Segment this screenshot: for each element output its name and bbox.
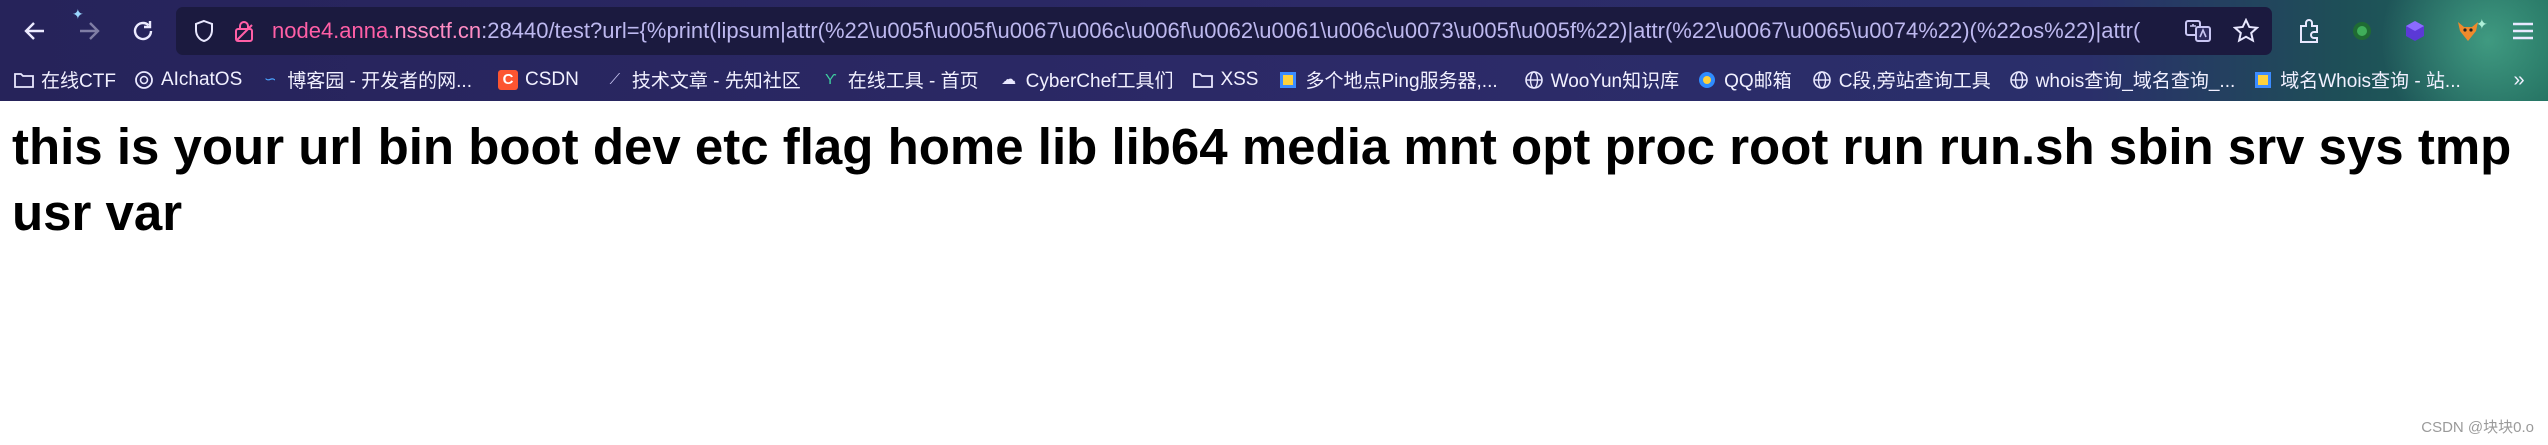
bookmark-item[interactable]: ϒ 在线工具 - 首页 (815, 62, 985, 98)
bookmark-item[interactable]: C段,旁站查询工具 (1806, 62, 1997, 98)
bookmark-label: CyberChef工具们 (1025, 71, 1174, 92)
extension-cube-icon[interactable] (2398, 14, 2432, 48)
bookmark-label: whois查询_域名查询_... (2035, 71, 2236, 92)
bookmark-label: WooYun知识库 (1550, 71, 1680, 92)
extension-fox-icon[interactable] (2451, 14, 2485, 48)
url-text[interactable]: node4.anna. nssctf.cn:28440/test?url={%pr… (272, 7, 2222, 55)
url-domain: nssctf.cn (394, 18, 482, 43)
bookmark-label: C段,旁站查询工具 (1838, 71, 1991, 92)
address-bar[interactable]: node4.anna. nssctf.cn:28440/test?url={%pr… (176, 7, 2272, 55)
bookmark-item[interactable]: 域名Whois查询 - 站... (2247, 62, 2467, 98)
bookmark-item[interactable]: 在线CTF (0, 62, 122, 98)
chef-icon: ☁ (1001, 71, 1017, 88)
reload-button[interactable] (126, 14, 160, 48)
forward-arrow-icon (80, 22, 100, 40)
ping-icon (1278, 70, 1298, 90)
bookmarks-overflow-button[interactable]: » (2503, 62, 2548, 98)
bookmark-label: 技术文章 - 先知社区 (631, 71, 801, 92)
bookmark-label: QQ邮箱 (1724, 71, 1792, 92)
back-arrow-icon (24, 22, 44, 40)
reload-icon (133, 21, 153, 41)
watermark: CSDN @块块0.o (2421, 419, 2534, 436)
bookmark-item[interactable]: ⟋ 技术文章 - 先知社区 (599, 62, 807, 98)
globe-icon (2009, 70, 2029, 90)
bookmark-label: 域名Whois查询 - 站... (2280, 71, 2461, 92)
lock-warning-icon[interactable] (226, 7, 262, 55)
back-button[interactable] (18, 14, 52, 48)
globe-icon (1812, 70, 1832, 90)
bookmark-label: 博客园 - 开发者的网... (287, 71, 472, 92)
bookmark-label: 在线CTF (41, 71, 116, 92)
translate-icon[interactable] (2180, 7, 2216, 55)
bookmark-item[interactable]: AIchatOS (128, 62, 248, 98)
tool-icon: ϒ (824, 71, 837, 88)
extension-green-icon[interactable] (2345, 14, 2379, 48)
bookmark-label: 多个地点Ping服务器,... (1305, 71, 1498, 92)
qqmail-icon (1697, 70, 1717, 90)
bookmark-item[interactable]: ☁ CyberChef工具们 (993, 62, 1180, 98)
bookmarks-bar: 在线CTF AIchatOS ∽ 博客园 - 开发者的网... C CSDN ⟋… (0, 58, 2548, 101)
forward-button[interactable] (72, 14, 106, 48)
browser-toolbar: ✦ ✦ node4.anna. nssctf.cn:28440/test?url=… (0, 0, 2548, 101)
bookmark-item[interactable]: ∽ 博客园 - 开发者的网... (254, 62, 478, 98)
folder-icon (1193, 70, 1214, 90)
bookmark-item[interactable]: XSS (1187, 62, 1264, 98)
menu-icon[interactable] (2506, 14, 2540, 48)
xianzhi-icon: ⟋ (609, 71, 621, 88)
bookmark-label: CSDN (525, 68, 579, 90)
bookmark-item[interactable]: 多个地点Ping服务器,... (1272, 62, 1503, 98)
page-content: this is your url bin boot dev etc flag h… (12, 118, 2512, 241)
whois-icon (2253, 70, 2273, 90)
chevron-right-icon: » (2513, 68, 2525, 91)
bookmark-item[interactable]: WooYun知识库 (1518, 62, 1685, 98)
openai-icon (134, 70, 154, 90)
bookmark-item[interactable]: QQ邮箱 (1691, 62, 1798, 98)
cnblogs-icon: ∽ (263, 71, 277, 88)
globe-icon (1524, 70, 1544, 90)
url-host: node4.anna. (272, 18, 395, 43)
csdn-icon: C (498, 69, 518, 90)
bookmark-item[interactable]: whois查询_域名查询_... (2003, 62, 2242, 98)
shield-icon[interactable] (186, 7, 222, 55)
extensions-icon[interactable] (2292, 14, 2326, 48)
folder-icon (14, 70, 34, 90)
bookmark-star-icon[interactable] (2228, 7, 2264, 55)
bookmark-label: 在线工具 - 首页 (847, 71, 979, 92)
url-path: :28440/test?url={%print(lipsum|attr(%22\… (481, 18, 2141, 43)
bookmark-label: AIchatOS (160, 68, 243, 90)
bookmark-item[interactable]: C CSDN (492, 62, 585, 98)
bookmark-label: XSS (1220, 68, 1259, 90)
